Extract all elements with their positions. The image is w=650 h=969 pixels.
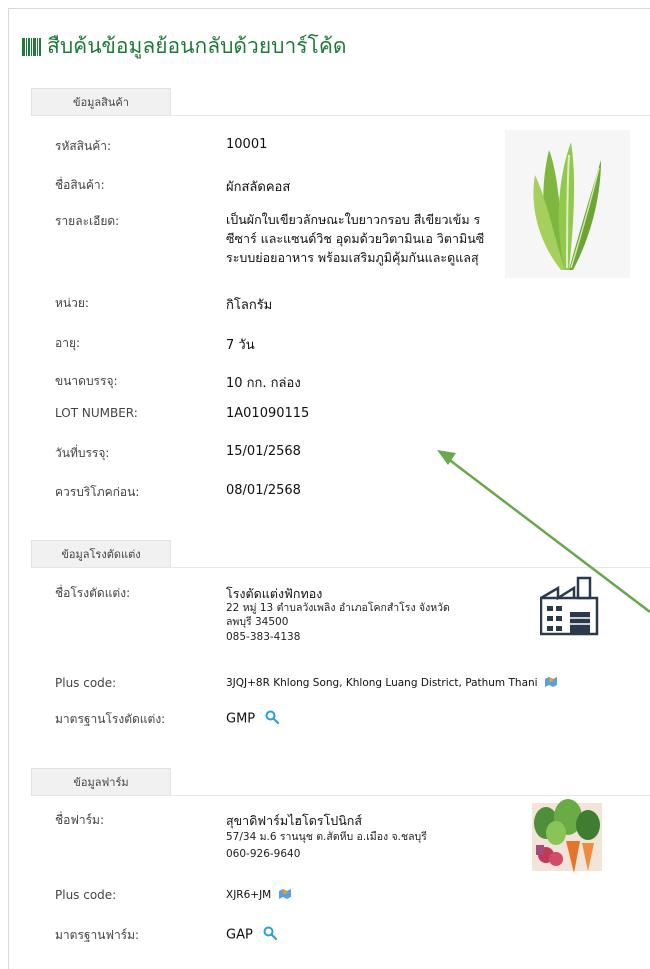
annotation-arrow [437,450,650,613]
